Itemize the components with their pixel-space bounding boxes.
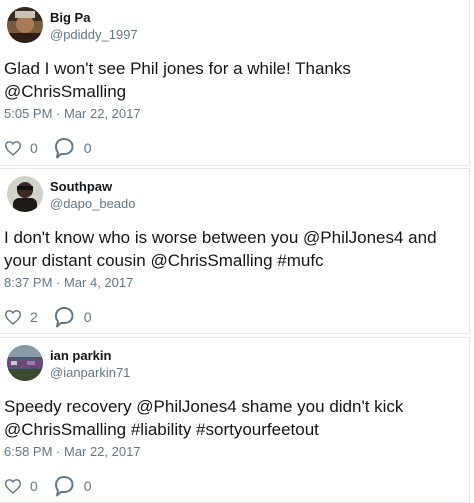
user-handle[interactable]: @ianparkin71: [50, 365, 130, 380]
avatar[interactable]: [7, 7, 43, 43]
tweet-text-line: Speedy recovery @PhilJones4 shame you di…: [4, 397, 404, 416]
tweet-actions: 2 0: [4, 306, 106, 328]
tweet-text-line: @ChrisSmalling #liability #sortyourfeeto…: [4, 420, 319, 439]
reply-count: 0: [83, 478, 92, 494]
user-handle[interactable]: @pdiddy_1997: [50, 27, 138, 42]
like-count: 0: [30, 140, 38, 156]
tweet-text: I don't know who is worse between you @P…: [4, 226, 464, 272]
like-count: 0: [30, 478, 38, 494]
avatar[interactable]: [7, 176, 43, 212]
user-handle[interactable]: @dapo_beado: [50, 196, 136, 211]
tweet-card[interactable]: Southpaw @dapo_beado I don't know who is…: [0, 168, 470, 334]
tweet-text-line: @ChrisSmalling: [4, 82, 127, 101]
like-count: 2: [30, 309, 38, 325]
tweet-actions: 0 0: [4, 475, 106, 497]
reply-button[interactable]: 0: [52, 137, 92, 159]
speech-bubble-icon: [54, 138, 74, 159]
reply-button[interactable]: 0: [52, 475, 92, 497]
user-name[interactable]: Big Pa: [50, 10, 90, 25]
user-name[interactable]: ian parkin: [50, 348, 111, 363]
heart-icon: [4, 141, 22, 156]
like-button[interactable]: 2: [4, 309, 38, 325]
like-button[interactable]: 0: [4, 140, 38, 156]
speech-bubble-icon: [54, 307, 74, 328]
tweet-text-line: I don't know who is worse between you @P…: [4, 228, 437, 247]
tweet-text: Speedy recovery @PhilJones4 shame you di…: [4, 395, 464, 441]
heart-icon: [4, 310, 22, 325]
heart-icon: [4, 479, 22, 494]
tweet-text: Glad I won't see Phil jones for a while!…: [4, 57, 464, 103]
speech-bubble-icon: [54, 476, 74, 497]
tweet-card[interactable]: ian parkin @ianparkin71 Speedy recovery …: [0, 337, 470, 503]
tweet-text-line: Glad I won't see Phil jones for a while!…: [4, 59, 351, 78]
tweet-timestamp[interactable]: 6:58 PM · Mar 22, 2017: [4, 444, 141, 459]
tweet-timestamp[interactable]: 5:05 PM · Mar 22, 2017: [4, 106, 141, 121]
reply-button[interactable]: 0: [52, 306, 92, 328]
tweet-timestamp[interactable]: 8:37 PM · Mar 4, 2017: [4, 275, 133, 290]
tweet-text-line: your distant cousin @ChrisSmalling #mufc: [4, 251, 324, 270]
reply-count: 0: [83, 309, 92, 325]
reply-count: 0: [83, 140, 92, 156]
tweet-card[interactable]: Big Pa @pdiddy_1997 Glad I won't see Phi…: [0, 0, 470, 166]
user-name[interactable]: Southpaw: [50, 179, 112, 194]
avatar[interactable]: [7, 345, 43, 381]
tweet-actions: 0 0: [4, 137, 106, 159]
like-button[interactable]: 0: [4, 478, 38, 494]
